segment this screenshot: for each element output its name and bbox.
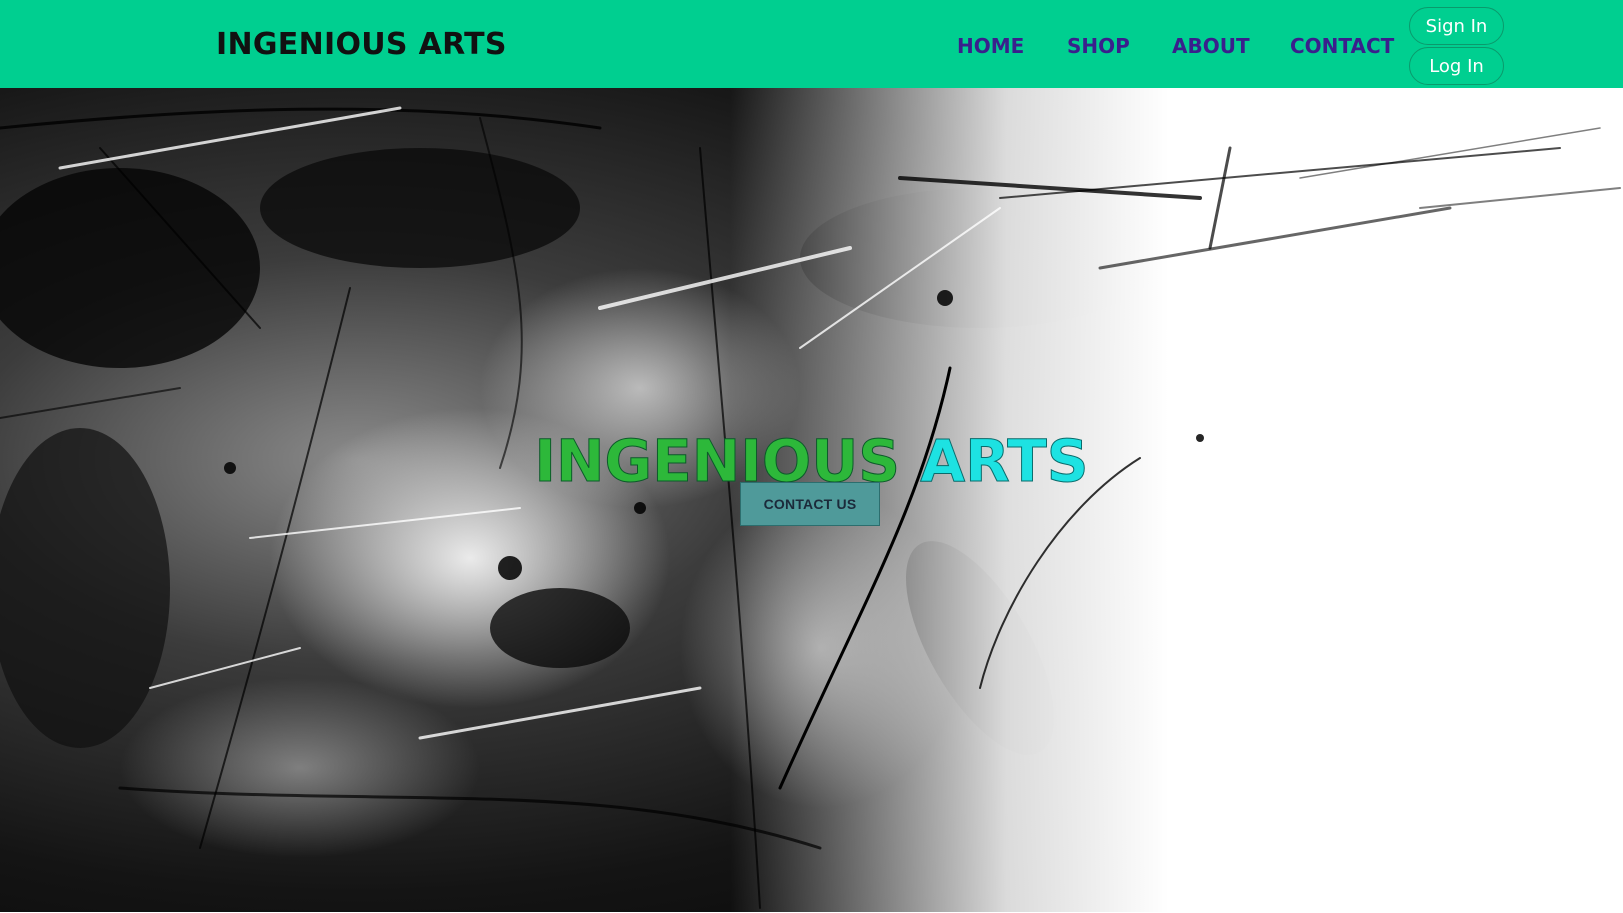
nav-home-link[interactable]: HOME — [957, 34, 1024, 58]
log-in-button[interactable]: Log In — [1409, 47, 1504, 85]
main-nav: HOME SHOP ABOUT CONTACT — [0, 34, 1623, 64]
nav-shop-link[interactable]: SHOP — [1067, 34, 1130, 58]
landing-page: INGENIOUS ARTS HOME SHOP ABOUT CONTACT S… — [0, 0, 1623, 913]
contact-us-button[interactable]: CONTACT US — [740, 482, 880, 526]
nav-about-link[interactable]: ABOUT — [1172, 34, 1250, 58]
hero-title-word-2: ARTS — [920, 426, 1089, 495]
hero-section: INGENIOUS ARTS CONTACT US — [0, 88, 1623, 913]
sign-in-button[interactable]: Sign In — [1409, 7, 1504, 45]
top-navbar: INGENIOUS ARTS HOME SHOP ABOUT CONTACT S… — [0, 0, 1623, 88]
nav-contact-link[interactable]: CONTACT — [1290, 34, 1394, 58]
